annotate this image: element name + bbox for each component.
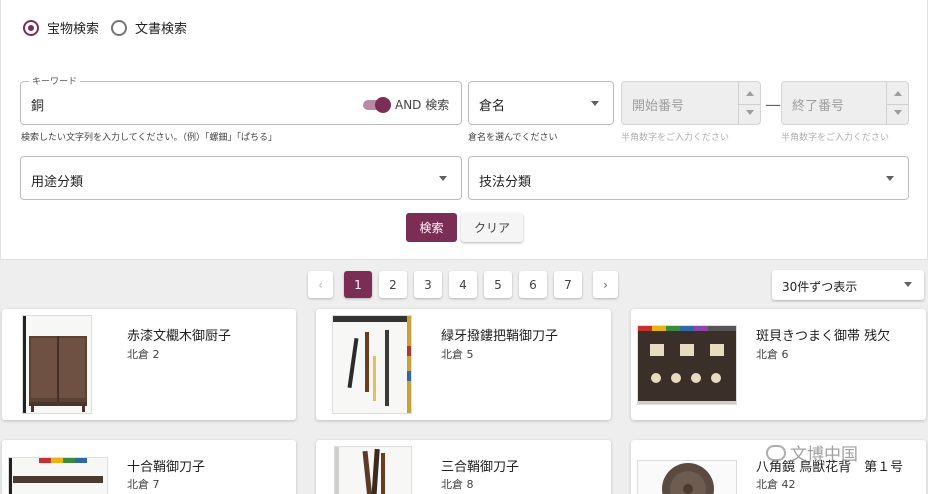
radio-document-label: 文書検索 [135,22,188,37]
page-button-6[interactable]: 6 [519,271,547,298]
radio-document-search[interactable]: 文書検索 [111,18,187,37]
result-location: 北倉 42 [756,478,796,491]
start-number-spinner[interactable] [738,82,761,124]
radio-treasure-search[interactable]: 宝物検索 [23,18,99,37]
knives-image [333,316,411,413]
search-button[interactable]: 検索 [406,213,457,242]
start-number-helper: 半角数字をご入力ください [621,133,730,143]
result-thumbnail[interactable] [22,315,92,414]
belt-ornaments-image [638,326,736,404]
result-title[interactable]: 赤漆文欟木御厨子 [127,325,231,344]
page-button-5[interactable]: 5 [484,271,512,298]
storehouse-placeholder: 倉名 [479,99,506,114]
keyword-helper: 検索したい文字列を入力してください。（例）「螺鈿」「ぱちる」 [21,133,277,143]
radio-treasure-label: 宝物検索 [47,22,100,37]
watermark-text: 文博中国 [790,445,858,465]
search-panel: 宝物検索 文書検索 キーワード 銅 AND 検索 検索したい文字列を入力してくだ… [0,0,928,260]
knives-image [335,447,385,494]
toggle-track [363,96,391,113]
storehouse-helper: 倉名を選んでください [468,133,558,143]
chevron-down-icon [439,176,447,181]
result-card[interactable]: 赤漆文欟木御厨子 北倉 2 [2,309,296,420]
and-search-toggle[interactable]: AND 検索 [363,96,449,113]
start-number-placeholder: 開始番号 [632,99,685,114]
result-title[interactable]: 緑牙撥鏤把鞘御刀子 [441,325,558,344]
wechat-icon [766,444,786,461]
result-title[interactable]: 三合鞘御刀子 [441,456,519,475]
per-page-select[interactable]: 30件ずつ表示 [772,270,924,300]
knife-image [9,458,103,494]
page-button-1[interactable]: 1 [344,271,372,298]
pagination: ‹ 1 2 3 4 5 6 7 › [308,271,618,298]
result-location: 北倉 8 [441,478,474,491]
page-button-7[interactable]: 7 [554,271,582,298]
result-thumbnail[interactable] [637,325,737,405]
chevron-down-icon [904,282,912,287]
result-thumbnail[interactable] [334,446,412,494]
next-page-button[interactable]: › [593,271,618,298]
result-location: 北倉 7 [127,478,160,491]
search-mode-group: 宝物検索 文書検索 [23,18,187,37]
result-card[interactable]: 十合鞘御刀子 北倉 7 [2,440,296,494]
mirror-image [638,461,736,494]
spin-up-icon[interactable] [894,91,902,96]
start-number-field[interactable]: 開始番号 [621,81,761,125]
technique-category-select[interactable]: 技法分類 [468,156,909,200]
result-location: 北倉 6 [756,348,789,361]
chevron-down-icon [591,101,599,106]
watermark: 文博中国 [766,440,858,465]
end-number-spinner[interactable] [886,82,909,124]
spinner-divider [739,104,761,105]
result-thumbnail[interactable] [332,315,412,414]
and-search-label: AND 検索 [395,98,450,112]
storehouse-select[interactable]: 倉名 [468,81,614,125]
page-button-2[interactable]: 2 [379,271,407,298]
keyword-value: 銅 [31,99,45,114]
result-card[interactable]: 斑貝きつまく御帯 残欠 北倉 6 [631,309,926,420]
page-button-3[interactable]: 3 [414,271,442,298]
cabinet-image [23,316,87,413]
radio-unselected-icon [111,19,128,36]
usage-category-select[interactable]: 用途分類 [20,156,462,200]
per-page-value: 30件ずつ表示 [782,280,858,294]
result-thumbnail[interactable] [8,457,108,494]
end-number-field[interactable]: 終了番号 [781,81,909,125]
prev-page-button[interactable]: ‹ [308,271,333,298]
chevron-down-icon [886,176,894,181]
result-title[interactable]: 十合鞘御刀子 [127,456,205,475]
usage-category-placeholder: 用途分類 [31,175,84,190]
result-thumbnail[interactable] [637,460,737,494]
result-location: 北倉 2 [127,348,160,361]
spin-down-icon[interactable] [746,110,754,115]
result-card[interactable]: 三合鞘御刀子 北倉 8 [316,440,611,494]
spin-up-icon[interactable] [746,91,754,96]
keyword-legend: キーワード [29,74,81,87]
end-number-helper: 半角数字をご入力ください [781,133,890,143]
result-card[interactable]: 緑牙撥鏤把鞘御刀子 北倉 5 [316,309,611,420]
technique-category-placeholder: 技法分類 [479,175,532,190]
toggle-knob [375,96,391,113]
result-location: 北倉 5 [441,348,474,361]
radio-selected-icon [23,19,39,36]
clear-button[interactable]: クリア [461,213,523,242]
spinner-divider [887,104,909,105]
keyword-field[interactable]: キーワード 銅 AND 検索 [20,74,462,125]
result-title[interactable]: 斑貝きつまく御帯 残欠 [756,325,890,344]
page-button-4[interactable]: 4 [449,271,477,298]
range-separator: — [765,95,781,114]
spin-down-icon[interactable] [894,110,902,115]
end-number-placeholder: 終了番号 [792,99,845,114]
